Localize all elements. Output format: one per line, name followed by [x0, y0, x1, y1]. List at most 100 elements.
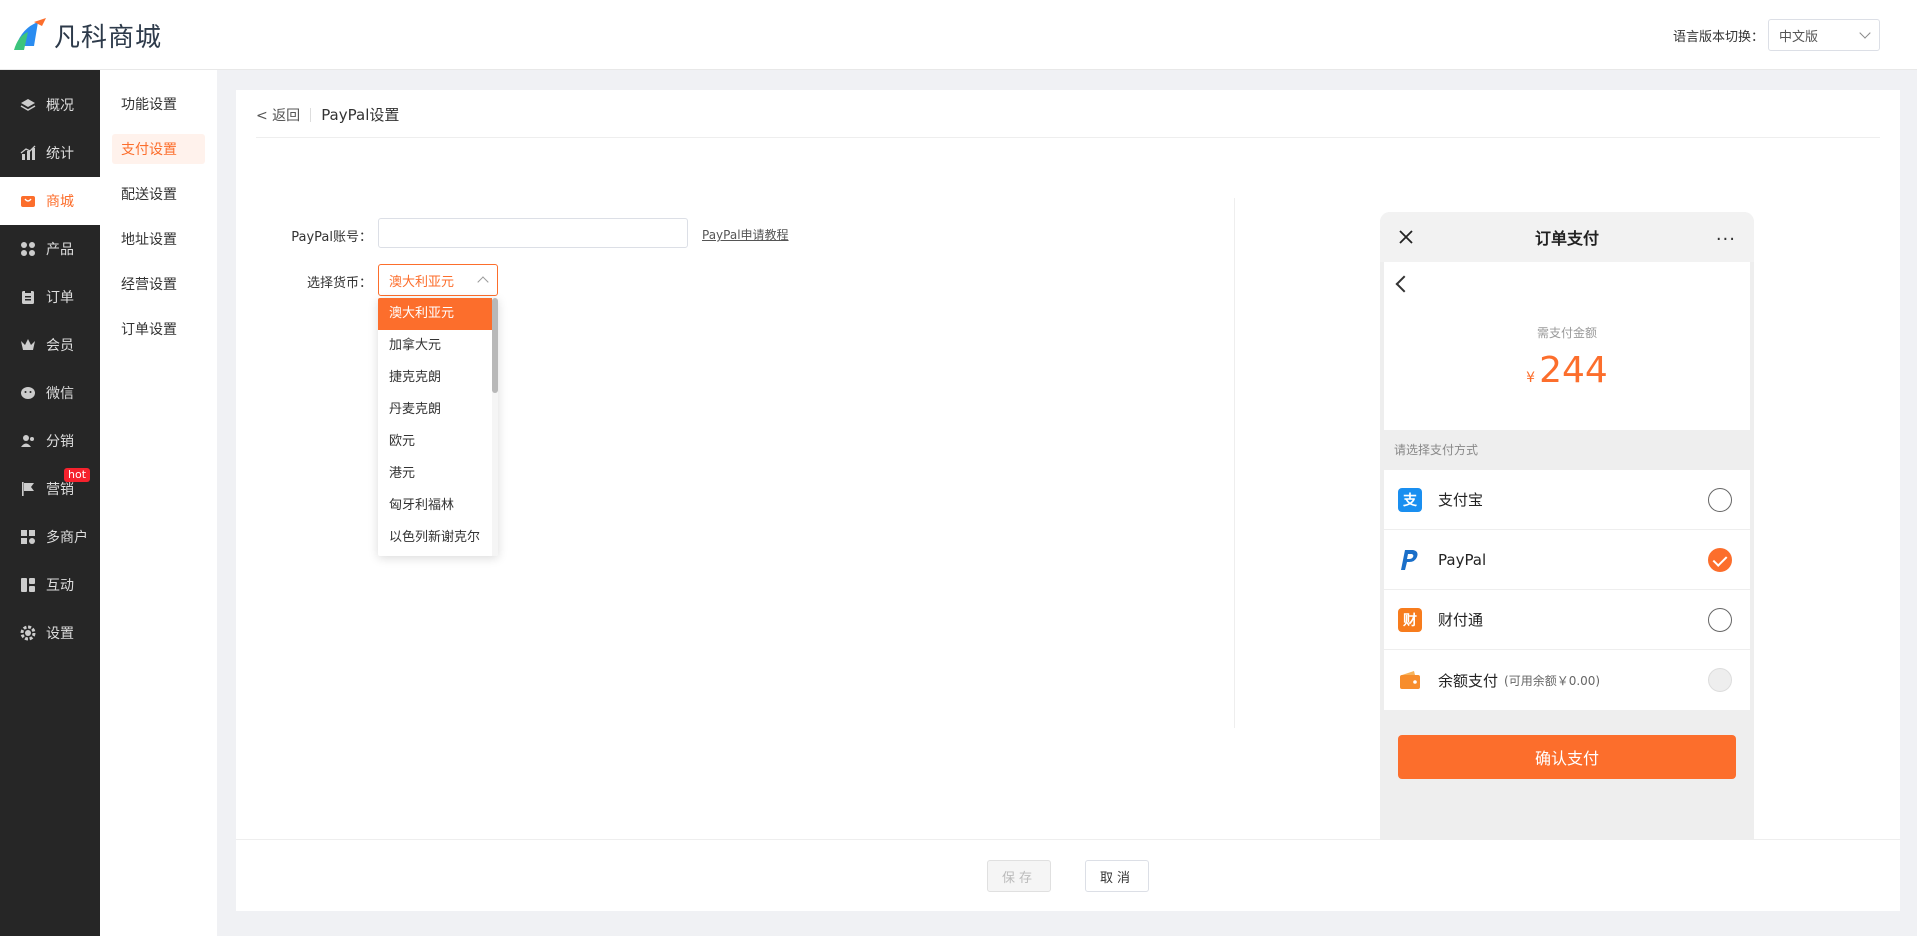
action-footer: 保存 取消	[236, 839, 1900, 911]
sidebar-item-label: 产品	[46, 242, 74, 258]
main-panel: < 返回 PayPal设置 PayPal账号： PayPal申请教程 选择货币：…	[236, 90, 1900, 839]
preview-divider	[1234, 198, 1235, 728]
wechat-icon	[20, 385, 36, 401]
available-balance: (可用余额￥0.00)	[1504, 673, 1601, 688]
language-label: 语言版本切换：	[1672, 29, 1764, 45]
subnav-address-settings[interactable]: 地址设置	[112, 224, 205, 254]
payment-preview-phone: 订单支付 ··· 需支付金额 ¥244 请选择支付方式 支 支付宝 PayPal…	[1380, 212, 1754, 839]
back-arrow-icon	[1395, 275, 1413, 293]
currency-option[interactable]: 欧元	[378, 426, 492, 458]
brand-logo[interactable]: 凡科商城	[12, 16, 162, 54]
grid-icon	[20, 241, 36, 257]
sidebar-item-stats[interactable]: 统计	[0, 129, 100, 177]
back-link[interactable]: < 返回	[256, 105, 300, 125]
currency-dropdown: 澳大利亚元 加拿大元 捷克克朗 丹麦克朗 欧元 港元 匈牙利福林 以色列新谢克尔	[378, 298, 498, 556]
currency-label: 选择货币：	[306, 276, 372, 291]
sidebar-item-label: 设置	[46, 626, 74, 642]
close-icon	[1398, 229, 1414, 245]
paypal-account-label: PayPal账号：	[291, 230, 372, 245]
tenpay-icon: 财	[1398, 607, 1422, 632]
currency-option[interactable]: 加拿大元	[378, 330, 492, 362]
currency-option[interactable]: 捷克克朗	[378, 362, 492, 394]
subnav-order-settings[interactable]: 订单设置	[112, 314, 205, 344]
hot-badge: hot	[64, 468, 91, 482]
amount-section: 需支付金额 ¥244	[1384, 262, 1750, 430]
currency-option[interactable]: 港元	[378, 458, 492, 490]
main-sidebar: 概况 统计 商城 产品 订单 会员 微信 分销 营销 hot 多商户 互动 设置	[0, 70, 100, 936]
phone-titlebar: 订单支付 ···	[1380, 212, 1754, 262]
sidebar-item-label: 多商户	[46, 530, 88, 546]
language-value: 中文版	[1779, 29, 1819, 45]
sidebar-item-label: 概况	[46, 98, 74, 114]
subnav-delivery-settings[interactable]: 配送设置	[112, 179, 205, 209]
sidebar-item-store[interactable]: 商城	[0, 177, 100, 225]
dropdown-scrollbar[interactable]	[492, 298, 498, 556]
gear-icon	[20, 625, 36, 641]
amount-label: 需支付金额	[1536, 326, 1597, 340]
paypal-tutorial-link[interactable]: PayPal申请教程	[702, 226, 789, 243]
subnav-payment-settings[interactable]: 支付设置	[112, 134, 205, 164]
phone-title: 订单支付	[1534, 229, 1599, 248]
sidebar-item-label: 微信	[46, 386, 74, 402]
sidebar-item-overview[interactable]: 概况	[0, 81, 100, 129]
sidebar-item-members[interactable]: 会员	[0, 321, 100, 369]
sidebar-item-marketing[interactable]: 营销 hot	[0, 465, 100, 513]
wallet-icon	[1398, 668, 1422, 692]
method-tenpay: 财 财付通	[1384, 590, 1750, 650]
method-label: 请选择支付方式	[1394, 443, 1479, 457]
sidebar-item-settings[interactable]: 设置	[0, 609, 100, 657]
method-paypal: PayPal	[1384, 530, 1750, 590]
sidebar-item-wechat[interactable]: 微信	[0, 369, 100, 417]
currency-option[interactable]: 丹麦克朗	[378, 394, 492, 426]
chart-icon	[20, 145, 36, 161]
confirm-payment-button: 确认支付	[1398, 735, 1736, 779]
currency-value: 澳大利亚元	[389, 274, 455, 290]
clipboard-icon	[20, 289, 36, 305]
language-switcher: 语言版本切换： 中文版	[1673, 19, 1880, 51]
radio-unchecked	[1708, 487, 1732, 512]
subnav-function-settings[interactable]: 功能设置	[112, 89, 205, 119]
method-name: 支付宝	[1438, 491, 1484, 509]
flag-icon	[20, 481, 36, 497]
amount-value: ¥244	[1384, 350, 1750, 391]
scrollbar-thumb[interactable]	[492, 298, 498, 393]
payment-methods: 支 支付宝 PayPal 财 财付通 余额支付 (可用余额￥0.00)	[1384, 470, 1750, 710]
method-alipay: 支 支付宝	[1384, 470, 1750, 530]
sidebar-item-distribution[interactable]: 分销	[0, 417, 100, 465]
radio-disabled	[1708, 668, 1732, 692]
currency-option[interactable]: 匈牙利福林	[378, 490, 492, 522]
logo-icon	[12, 16, 50, 54]
amount-number: 244	[1539, 350, 1608, 391]
currency-option[interactable]: 以色列新谢克尔	[378, 522, 492, 554]
sidebar-item-label: 营销	[46, 482, 74, 498]
sidebar-item-multi-merchant[interactable]: 多商户	[0, 513, 100, 561]
chevron-up-icon	[477, 276, 489, 288]
sidebar-item-interaction[interactable]: 互动	[0, 561, 100, 609]
paypal-icon	[1398, 547, 1422, 572]
breadcrumb-separator	[310, 107, 312, 122]
method-name: 财付通	[1438, 611, 1484, 629]
paypal-account-input[interactable]	[378, 218, 688, 248]
cancel-button[interactable]: 取消	[1085, 860, 1149, 892]
sidebar-item-orders[interactable]: 订单	[0, 273, 100, 321]
subnav-business-settings[interactable]: 经营设置	[112, 269, 205, 299]
sidebar-item-label: 互动	[46, 578, 74, 594]
radio-checked	[1708, 547, 1732, 572]
top-header: 凡科商城 语言版本切换： 中文版	[0, 0, 1917, 70]
layers-icon	[20, 97, 36, 113]
sidebar-item-products[interactable]: 产品	[0, 225, 100, 273]
chevron-down-icon	[1859, 27, 1871, 39]
radio-unchecked	[1708, 607, 1732, 632]
method-name: 余额支付	[1438, 671, 1499, 690]
save-button[interactable]: 保存	[987, 860, 1051, 892]
store-icon	[20, 193, 36, 209]
sidebar-item-label: 分销	[46, 434, 74, 450]
alipay-icon: 支	[1398, 487, 1422, 512]
settings-subnav: 功能设置 支付设置 配送设置 地址设置 经营设置 订单设置	[100, 70, 217, 936]
sidebar-item-label: 统计	[46, 146, 74, 162]
currency-option[interactable]: 澳大利亚元	[378, 298, 492, 330]
language-select[interactable]: 中文版	[1768, 19, 1880, 51]
method-balance: 余额支付 (可用余额￥0.00)	[1384, 650, 1750, 710]
currency-select[interactable]: 澳大利亚元	[378, 264, 498, 296]
users-icon	[20, 433, 36, 449]
